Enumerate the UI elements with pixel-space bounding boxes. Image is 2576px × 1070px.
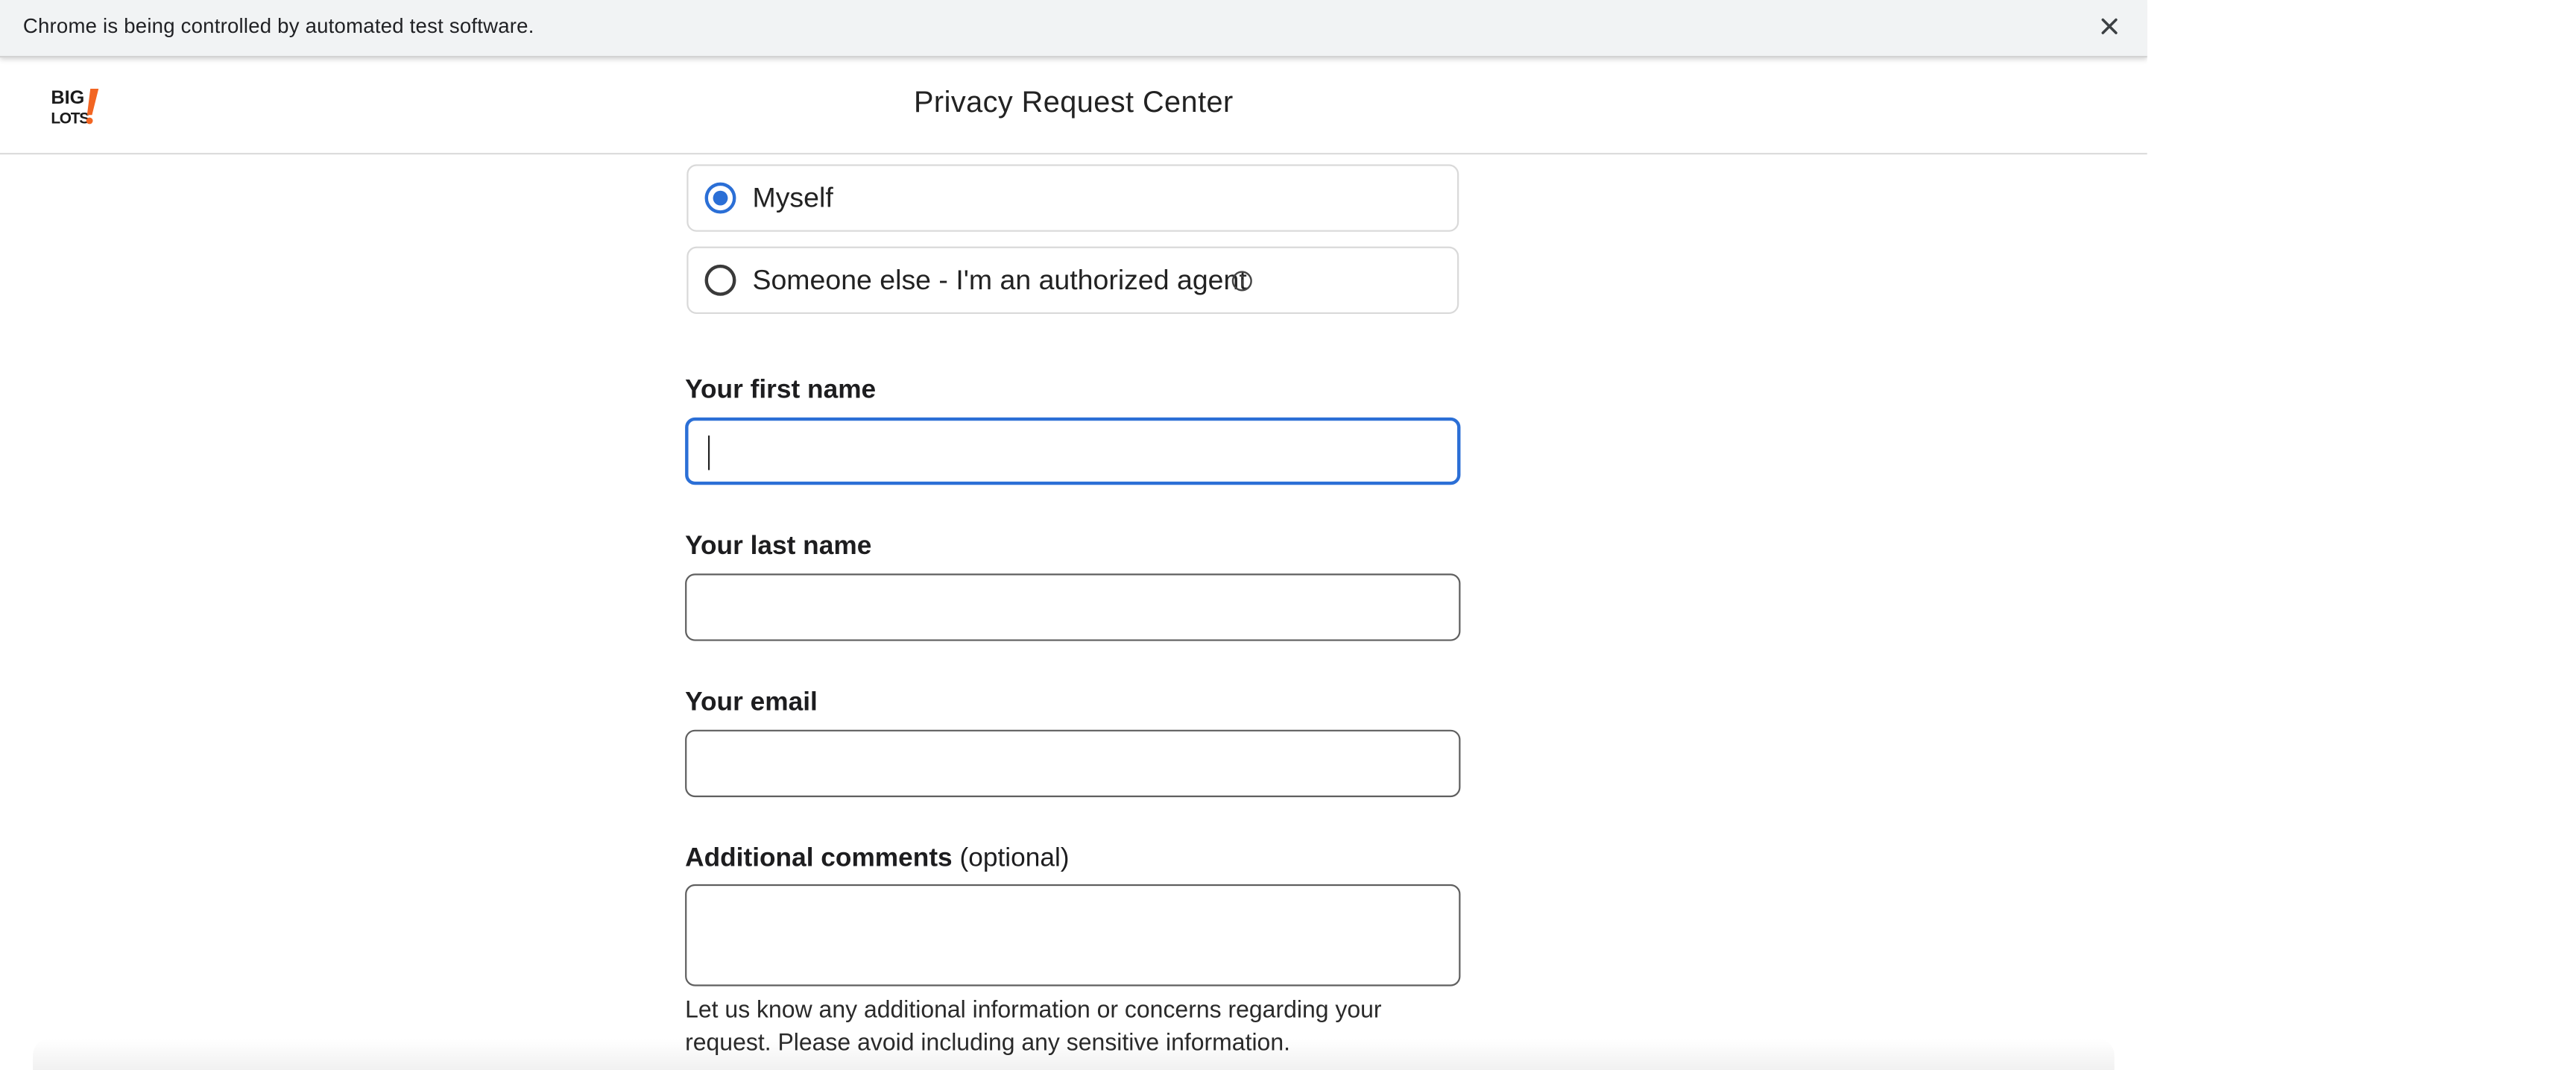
radio-option-authorized-agent[interactable]: Someone else - I'm an authorized agent xyxy=(686,246,1459,315)
page-title: Privacy Request Center xyxy=(914,85,1234,119)
comments-label-text: Additional comments xyxy=(685,845,953,873)
automation-infobar: Chrome is being controlled by automated … xyxy=(0,0,2147,58)
radio-button-unselected[interactable] xyxy=(704,264,736,296)
viewport: Chrome is being controlled by automated … xyxy=(0,0,2576,1070)
email-label: Your email xyxy=(685,688,818,717)
scaled-root: Chrome is being controlled by automated … xyxy=(0,0,2576,1070)
last-name-field[interactable] xyxy=(685,573,1461,641)
comments-label: Additional comments (optional) xyxy=(685,845,1069,875)
close-icon[interactable] xyxy=(2094,11,2124,41)
first-name-field[interactable] xyxy=(685,417,1461,485)
radio-option-myself[interactable]: Myself xyxy=(686,164,1459,232)
comments-helper-text: Let us know any additional information o… xyxy=(685,998,1382,1057)
last-name-label: Your last name xyxy=(685,532,872,561)
email-field[interactable] xyxy=(685,729,1461,798)
privacy-request-form: Myself Someone else - I'm an authorized … xyxy=(0,154,2147,1070)
info-icon[interactable] xyxy=(1231,270,1254,293)
radio-button-selected[interactable] xyxy=(704,182,736,214)
radio-label-myself: Myself xyxy=(752,182,833,214)
first-name-label: Your first name xyxy=(685,376,877,405)
site-header: BIG LOTS Privacy Request Center xyxy=(0,57,2147,155)
infobar-message: Chrome is being controlled by automated … xyxy=(22,14,534,38)
comments-textarea[interactable] xyxy=(685,884,1461,986)
radio-label-authorized-agent: Someone else - I'm an authorized agent xyxy=(752,264,1247,296)
optional-tag: (optional) xyxy=(959,845,1070,873)
browser-window: Chrome is being controlled by automated … xyxy=(0,0,2147,1070)
text-caret xyxy=(707,435,710,471)
